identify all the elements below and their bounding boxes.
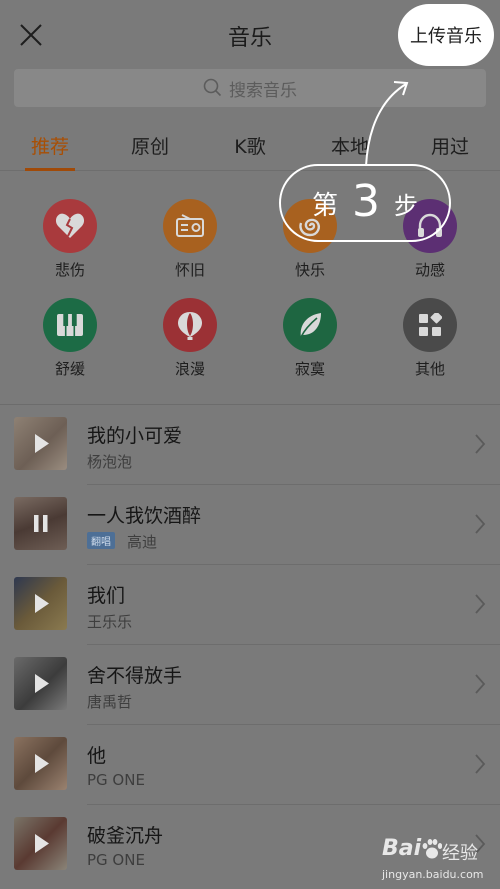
song-row[interactable]: 我的小可爱 杨泡泡 <box>0 405 500 485</box>
step-number: 3 <box>352 175 380 227</box>
step-prefix: 第 <box>311 190 338 221</box>
mood-label: 快乐 <box>294 261 325 279</box>
mood-soothing-circle <box>43 298 97 352</box>
play-icon[interactable] <box>14 577 67 630</box>
chevron-right-icon <box>475 594 486 614</box>
album-thumbnail <box>14 497 67 550</box>
baidu-watermark: Bai 经验 jingyan.baidu.com <box>382 836 494 884</box>
search-icon <box>203 78 222 97</box>
chevron-right-icon <box>475 514 486 534</box>
tab-karaoke[interactable]: K歌 <box>210 132 290 159</box>
mood-romantic[interactable]: 浪漫 <box>145 298 235 379</box>
song-artist: 杨泡泡 <box>87 453 133 471</box>
song-title: 破釜沉舟 <box>87 825 164 847</box>
play-icon[interactable] <box>14 737 67 790</box>
leaf-icon <box>300 313 321 338</box>
watermark-brand: Bai <box>382 836 422 861</box>
mood-label: 舒缓 <box>54 360 85 378</box>
mood-label: 寂寞 <box>294 360 325 378</box>
song-row[interactable]: 我们 王乐乐 <box>0 565 500 645</box>
song-title: 一人我饮酒醉 <box>87 505 202 527</box>
top-bar: 音乐 上传音乐 <box>0 0 500 66</box>
mood-sad-circle <box>43 199 97 253</box>
step-suffix: 步 <box>394 191 418 220</box>
album-thumbnail <box>14 657 67 710</box>
mood-soothing[interactable]: 舒缓 <box>25 298 115 379</box>
mood-other[interactable]: 其他 <box>385 298 475 379</box>
active-tab-indicator <box>25 168 75 171</box>
step-callout: 第 3 步 <box>279 164 451 242</box>
mood-romantic-circle <box>163 298 217 352</box>
song-title: 我的小可爱 <box>87 425 183 447</box>
step-arrow-icon <box>365 81 409 167</box>
cover-badge: 翻唱 <box>87 532 115 549</box>
chevron-right-icon <box>475 434 486 454</box>
mood-lonely-circle <box>283 298 337 352</box>
mood-label: 浪漫 <box>174 360 205 378</box>
broken-heart-icon <box>55 213 85 238</box>
song-artist: PG ONE <box>87 771 145 789</box>
song-title: 舍不得放手 <box>87 665 183 687</box>
tab-original[interactable]: 原创 <box>110 132 190 159</box>
pause-icon[interactable] <box>14 497 67 550</box>
mood-other-circle <box>403 298 457 352</box>
category-tabs: 推荐 原创 K歌 本地 用过 <box>0 118 500 171</box>
play-icon[interactable] <box>14 817 67 870</box>
song-row[interactable]: 一人我饮酒醉 翻唱 高迪 <box>0 485 500 565</box>
mood-label: 怀旧 <box>174 261 205 279</box>
search-placeholder: 搜索音乐 <box>229 80 297 101</box>
mood-sad[interactable]: 悲伤 <box>25 199 115 280</box>
mood-nostalgic-circle <box>163 199 217 253</box>
mood-nostalgic[interactable]: 怀旧 <box>145 199 235 280</box>
song-row[interactable]: 舍不得放手 唐禹哲 <box>0 645 500 725</box>
album-thumbnail <box>14 417 67 470</box>
mood-lonely[interactable]: 寂寞 <box>265 298 355 379</box>
paw-icon <box>422 839 442 859</box>
play-icon[interactable] <box>14 657 67 710</box>
radio-icon <box>176 214 204 237</box>
grid-icon <box>419 313 442 336</box>
chevron-right-icon <box>475 754 486 774</box>
song-artist: PG ONE <box>87 851 145 869</box>
tab-recommend[interactable]: 推荐 <box>10 132 90 159</box>
song-artist: 唐禹哲 <box>87 693 133 711</box>
song-title: 他 <box>87 745 107 767</box>
mood-label: 其他 <box>414 360 445 378</box>
watermark-url: jingyan.baidu.com <box>382 868 484 881</box>
mood-label: 悲伤 <box>54 261 85 279</box>
album-thumbnail <box>14 577 67 630</box>
album-thumbnail <box>14 817 67 870</box>
song-artist: 王乐乐 <box>87 613 133 631</box>
album-thumbnail <box>14 737 67 790</box>
mood-label: 动感 <box>414 261 445 279</box>
chevron-right-icon <box>475 674 486 694</box>
balloon-icon <box>178 312 202 340</box>
song-artist: 高迪 <box>127 533 158 551</box>
music-page: 音乐 上传音乐 搜索音乐 推荐 原创 K歌 本地 用过 悲伤 怀旧 快乐 动感 … <box>0 0 500 889</box>
piano-icon <box>57 314 83 336</box>
tab-used[interactable]: 用过 <box>410 132 490 159</box>
song-row[interactable]: 他 PG ONE <box>0 725 500 805</box>
watermark-brand-cn: 经验 <box>442 843 478 864</box>
song-title: 我们 <box>87 585 126 607</box>
play-icon[interactable] <box>14 417 67 470</box>
upload-music-button[interactable]: 上传音乐 <box>398 4 494 66</box>
